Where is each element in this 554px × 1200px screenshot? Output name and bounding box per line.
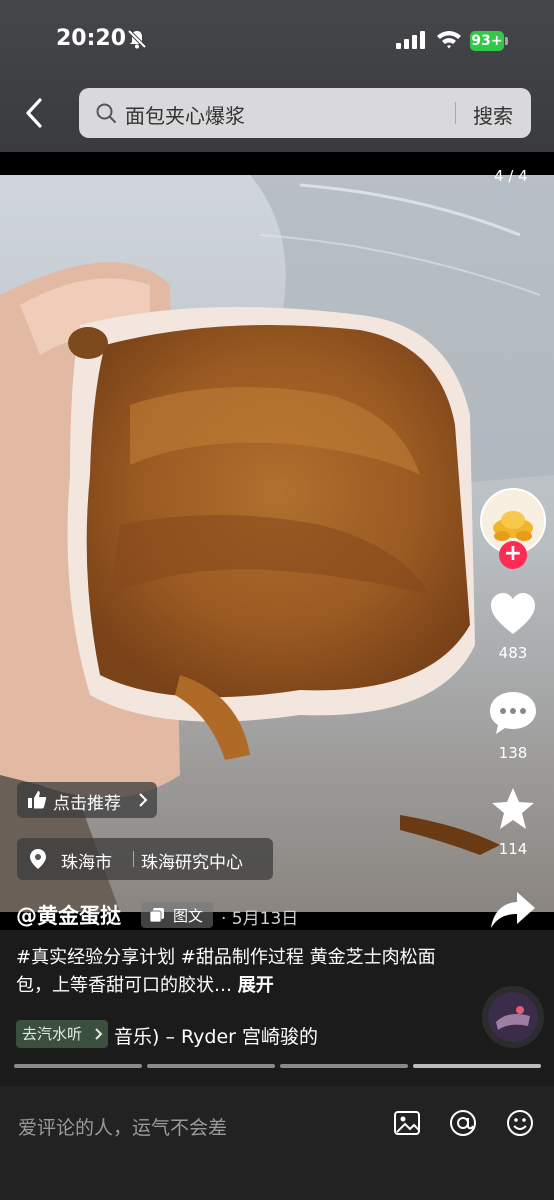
page-indicator: 4 / 4 [494,167,528,185]
battery-level: 93+ [470,31,504,51]
music-disc[interactable] [482,986,544,1048]
image-progress-3 [280,1064,408,1068]
star-icon [492,788,534,829]
status-bar: 20:20 93+ [0,0,554,80]
search-divider [455,102,456,124]
signal-icon [396,31,425,49]
location-city: 珠海市 [61,853,112,873]
at-icon[interactable] [448,1108,478,1138]
follow-button[interactable]: + [499,541,527,569]
post-type-label: 图文 [173,907,204,925]
music-cover-image [488,992,538,1042]
wifi-icon [437,31,461,49]
recommend-label: 点击推荐 [53,794,121,814]
search-icon [96,103,116,123]
recommend-chip[interactable]: 点击推荐 [17,782,157,818]
like-button[interactable]: 483 [478,592,548,662]
like-count: 483 [498,644,528,662]
battery-indicator: 93+ [470,31,508,51]
image-progress-2 [147,1064,275,1068]
comment-count: 138 [498,744,528,762]
images-icon [150,908,164,922]
thumbs-up-icon [28,791,47,809]
comment-icon [490,692,536,734]
image-icon[interactable] [392,1108,422,1138]
bell-slash-icon [127,29,147,49]
open-music-app-button[interactable]: 去汽水听 [16,1020,108,1048]
search-bar[interactable]: 面包夹心爆浆 搜索 [79,88,531,138]
image-progress-1 [14,1064,142,1068]
music-row[interactable]: 去汽水听 音乐) – Ryder 宫崎骏的 [16,1020,346,1050]
chevron-right-icon [139,793,148,807]
post-description[interactable]: #真实经验分享计划 #甜品制作过程 黄金芝士肉松面包，上等香甜可口的胶状… 展开 [16,944,436,1000]
search-button[interactable]: 搜索 [473,100,513,129]
description-text: #真实经验分享计划 #甜品制作过程 黄金芝士肉松面包，上等香甜可口的胶状… [16,947,436,996]
favorite-count: 114 [498,840,528,858]
chevron-right-icon [95,1028,103,1040]
search-input[interactable]: 面包夹心爆浆 [125,100,245,129]
post-date: · 5月13日 [221,909,299,929]
heart-icon [491,593,535,634]
location-pin-icon [30,849,46,869]
image-progress-4 [413,1064,541,1068]
share-icon [491,892,535,928]
location-chip[interactable]: 珠海市 珠海研究中心 [17,838,273,880]
comment-input[interactable]: 爱评论的人，运气不会差 [18,1113,227,1140]
expand-button[interactable]: 展开 [238,975,274,996]
location-divider [133,851,134,867]
location-detail: 珠海研究中心 [141,853,243,873]
music-title: 音乐) – Ryder 宫崎骏的 [114,1026,318,1048]
music-chip-label: 去汽水听 [22,1025,83,1043]
back-icon[interactable] [18,96,50,130]
battery-cap [505,37,508,45]
author-name[interactable]: @黄金蛋挞 [16,900,121,930]
post-type-tag: 图文 [141,902,213,928]
status-time: 20:20 [56,26,127,51]
comment-bar: 爱评论的人，运气不会差 [0,1086,554,1200]
emoji-icon[interactable] [505,1108,535,1138]
top-header: 20:20 93+ 面包夹心爆浆 搜索 [0,0,554,152]
comment-button[interactable]: 138 [478,690,548,762]
favorite-button[interactable]: 114 [478,786,548,858]
